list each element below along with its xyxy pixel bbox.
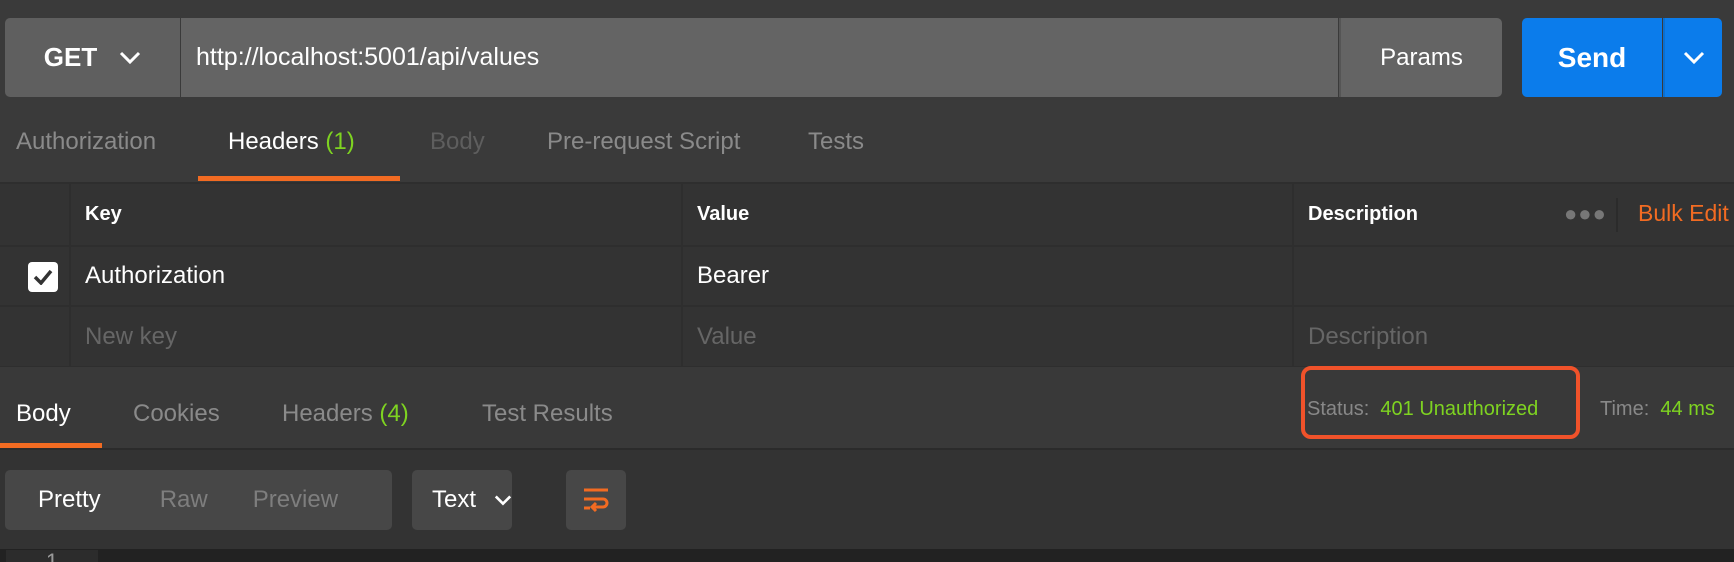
- new-value-input[interactable]: Value: [683, 307, 1292, 366]
- new-key-input[interactable]: New key: [71, 307, 681, 366]
- checkbox-column-header: [0, 184, 69, 245]
- table-row-checkbox-cell: [0, 307, 69, 366]
- format-label: Text: [432, 486, 477, 513]
- tab-label: Headers: [228, 128, 319, 155]
- response-tab-body[interactable]: Body: [16, 400, 71, 428]
- time-value: 44 ms: [1660, 398, 1715, 420]
- tab-label: Headers: [282, 400, 373, 427]
- response-tab-test-results[interactable]: Test Results: [482, 400, 613, 428]
- method-label: GET: [43, 42, 98, 72]
- header-enabled-checkbox[interactable]: [28, 262, 58, 292]
- view-mode-segmented-control: Pretty Raw Preview: [5, 470, 392, 530]
- response-tab-cookies[interactable]: Cookies: [133, 400, 220, 428]
- tab-authorization[interactable]: Authorization: [16, 128, 156, 156]
- status-value: 401 Unauthorized: [1380, 398, 1539, 420]
- headers-table: Key Value Description ●●● Bulk Edit Auth…: [0, 182, 1734, 416]
- wrap-lines-button[interactable]: [566, 470, 626, 530]
- wrap-lines-icon: [584, 488, 609, 513]
- checkmark-icon: [33, 269, 53, 285]
- divider: [0, 448, 1734, 450]
- response-status: Status: 401 Unauthorized: [1307, 398, 1538, 421]
- active-tab-indicator: [198, 176, 400, 181]
- send-dropdown-button[interactable]: [1663, 18, 1722, 97]
- response-editor[interactable]: [0, 549, 1734, 562]
- column-header-key: Key: [71, 184, 681, 245]
- url-input[interactable]: http://localhost:5001/api/values: [181, 18, 1338, 97]
- method-select[interactable]: GET: [5, 18, 180, 97]
- chevron-down-icon: [120, 51, 141, 64]
- tab-headers[interactable]: Headers (1): [228, 128, 355, 156]
- more-options-icon[interactable]: ●●●: [1564, 182, 1607, 245]
- new-description-placeholder: Description: [1308, 322, 1429, 350]
- line-number-gutter: 1: [6, 550, 98, 562]
- new-description-input[interactable]: Description: [1294, 307, 1734, 366]
- time-label: Time:: [1600, 398, 1650, 420]
- new-value-placeholder: Value: [697, 322, 757, 350]
- mode-raw[interactable]: Raw: [160, 486, 208, 514]
- chevron-down-icon: [494, 494, 512, 506]
- line-number: 1: [46, 550, 58, 562]
- header-value-input[interactable]: Bearer: [683, 247, 1292, 305]
- format-select[interactable]: Text: [412, 470, 512, 530]
- send-button[interactable]: Send: [1522, 18, 1662, 97]
- chevron-down-icon: [1683, 51, 1704, 64]
- response-tab-headers[interactable]: Headers (4): [282, 400, 409, 428]
- header-key-input[interactable]: Authorization: [71, 247, 681, 305]
- tab-tests[interactable]: Tests: [808, 128, 864, 156]
- mode-pretty[interactable]: Pretty: [38, 486, 101, 514]
- tab-pre-request-script[interactable]: Pre-request Script: [547, 128, 740, 156]
- tab-body[interactable]: Body: [430, 128, 485, 156]
- status-label: Status:: [1307, 398, 1370, 420]
- tab-count: (1): [325, 128, 355, 155]
- params-button[interactable]: Params: [1339, 18, 1502, 97]
- new-key-placeholder: New key: [85, 322, 178, 350]
- tab-count: (4): [379, 400, 409, 427]
- response-time: Time: 44 ms: [1600, 398, 1715, 421]
- mode-preview[interactable]: Preview: [253, 486, 338, 514]
- column-header-value: Value: [683, 184, 1292, 245]
- divider: [1616, 198, 1618, 232]
- bulk-edit-link[interactable]: Bulk Edit: [1638, 200, 1729, 227]
- header-description-input[interactable]: [1294, 247, 1734, 305]
